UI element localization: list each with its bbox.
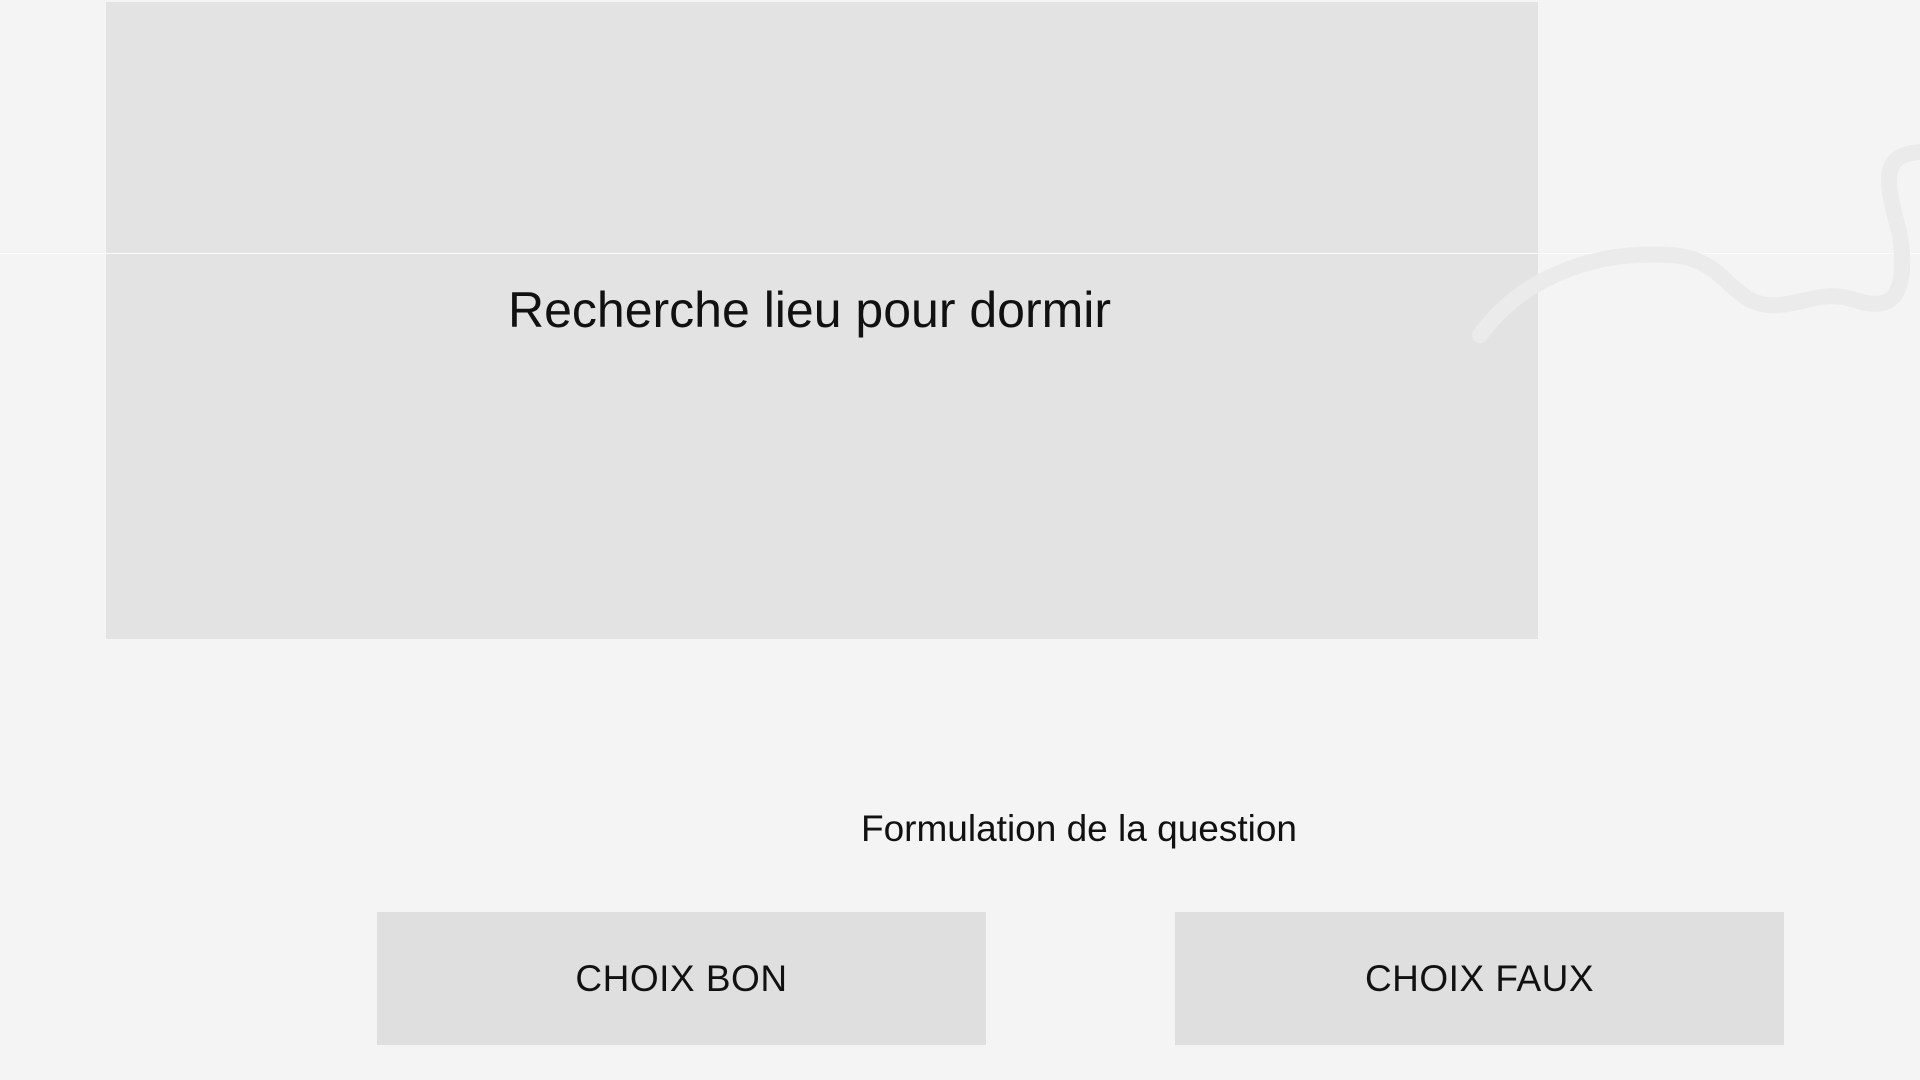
choice-good-button[interactable]: CHOIX BON: [377, 912, 986, 1045]
squiggle-decoration: [1472, 144, 1920, 343]
question-text: Formulation de la question: [860, 808, 1298, 849]
scene-title: Recherche lieu pour dormir: [508, 282, 1112, 338]
choice-bad-button[interactable]: CHOIX FAUX: [1175, 912, 1784, 1045]
